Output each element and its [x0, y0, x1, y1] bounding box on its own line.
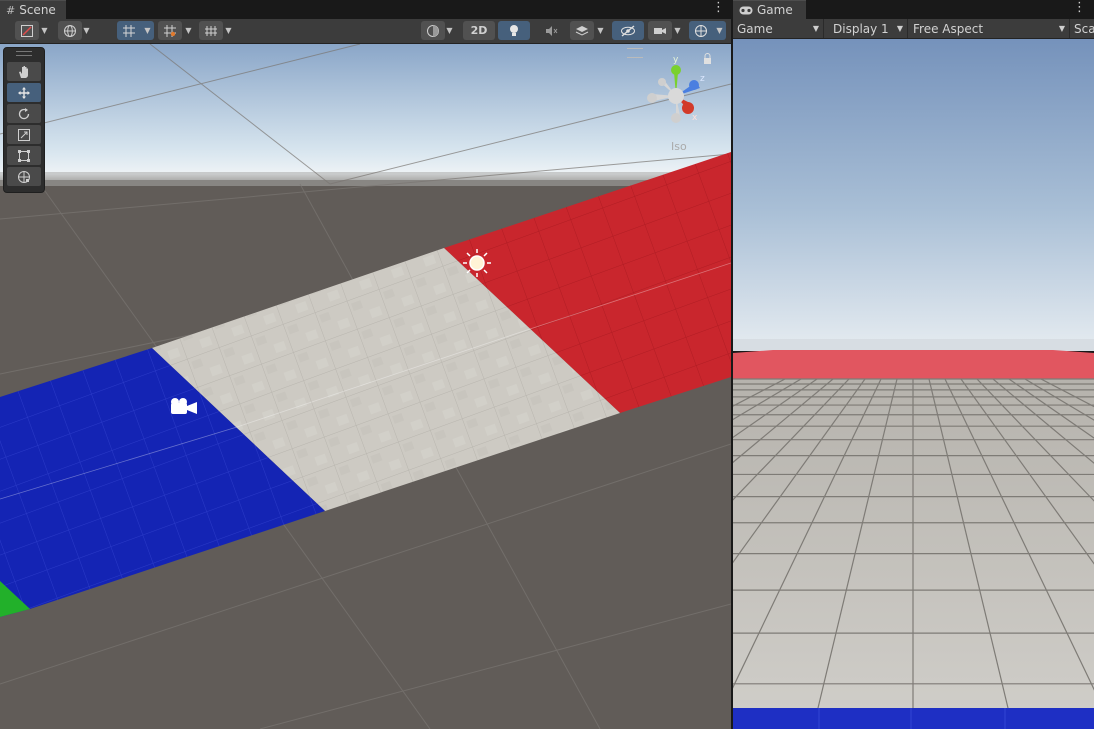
global-local-button[interactable] [58, 21, 82, 40]
grid-snapping-dropdown-icon[interactable]: ▼ [141, 21, 154, 40]
grid-visibility-dropdown-icon[interactable]: ▼ [222, 21, 235, 40]
grid-hash-icon: # [6, 3, 16, 17]
rotate-tool-button[interactable] [7, 104, 41, 123]
move-tool-button[interactable] [7, 83, 41, 102]
chevron-down-icon: ▼ [1058, 24, 1065, 33]
gizmos-dropdown-icon[interactable]: ▼ [713, 21, 726, 40]
transform-tool-button[interactable] [7, 167, 41, 186]
snap-increment-dropdown-icon[interactable]: ▼ [182, 21, 195, 40]
scene-tabbar: # Scene ⋮ [0, 0, 731, 19]
game-tabbar: Game ⋮ [733, 0, 1094, 19]
chevron-down-icon: ▼ [812, 24, 819, 33]
shaded-sphere-icon [427, 24, 439, 37]
gizmo-x-label: x [692, 113, 698, 123]
display-dropdown[interactable]: Display 1 ▼ [824, 19, 908, 38]
audio-muted-icon [546, 25, 558, 36]
view-mode-dropdown[interactable]: Game ▼ [733, 19, 824, 38]
tab-scene-label: Scene [19, 3, 56, 17]
scale-tool-button[interactable] [7, 125, 41, 144]
display-value: Display 1 [833, 21, 889, 36]
view-mode-value: Game [737, 21, 773, 36]
aspect-dropdown[interactable]: Free Aspect ▼ [908, 19, 1070, 38]
rect-tool-button[interactable] [7, 146, 41, 165]
hand-icon [19, 65, 28, 78]
gizmo-sphere-icon [695, 24, 707, 37]
scale-label: Sca [1074, 21, 1094, 36]
shading-mode-dropdown-icon[interactable]: ▼ [443, 21, 456, 40]
transform-combined-icon [18, 170, 30, 183]
game-render [733, 39, 1094, 729]
camera-icon [654, 27, 666, 34]
grid-snap-icon [123, 24, 135, 37]
camera-settings-button[interactable] [648, 21, 672, 40]
gizmo-menu-icon[interactable] [627, 48, 643, 58]
snap-increment-button[interactable] [158, 21, 182, 40]
scene-kebab-menu-icon[interactable]: ⋮ [712, 1, 725, 15]
shading-mode-button[interactable] [421, 21, 445, 40]
gizmos-button[interactable] [689, 21, 713, 40]
chevron-down-icon: ▼ [896, 24, 903, 33]
lighting-toggle-button[interactable] [498, 21, 530, 40]
globe-icon [64, 24, 76, 37]
grid-visibility-icon [205, 25, 217, 36]
layers-effects-icon [575, 25, 589, 36]
game-view-panel: Game ⋮ Game ▼ Display 1 ▼ Free Aspect ▼ … [733, 0, 1094, 729]
grid-visibility-button[interactable] [199, 21, 223, 40]
scale-slider-label[interactable]: Sca [1070, 19, 1094, 38]
game-kebab-menu-icon[interactable]: ⋮ [1073, 1, 1086, 15]
gamepad-icon [739, 6, 753, 14]
lightbulb-icon [510, 24, 518, 36]
global-local-dropdown-icon[interactable]: ▼ [80, 21, 93, 40]
scene-toolbar: ▼ ▼ ▼ ▼ ▼ ▼ 2D ▼ ▼ ▼ [0, 19, 731, 44]
draw-mode-button[interactable] [15, 21, 39, 40]
game-viewport[interactable] [733, 39, 1094, 729]
hand-tool-button[interactable] [7, 62, 41, 81]
scale-icon [18, 128, 30, 141]
tab-scene[interactable]: # Scene [0, 0, 66, 19]
scene-view-panel: # Scene ⋮ ▼ ▼ ▼ ▼ ▼ ▼ 2D ▼ ▼ ▼ y z x Iso [0, 0, 731, 729]
gizmo-z-label: z [700, 74, 705, 84]
game-toolbar: Game ▼ Display 1 ▼ Free Aspect ▼ Sca [733, 19, 1094, 39]
draw-mode-icon [21, 24, 33, 37]
projection-label[interactable]: Iso [671, 140, 687, 153]
scene-visibility-button[interactable] [612, 21, 644, 40]
move-arrows-icon [18, 86, 30, 99]
scene-3d-render: y z x [0, 44, 731, 729]
effects-dropdown-icon[interactable]: ▼ [594, 21, 607, 40]
eye-hidden-icon [621, 24, 635, 37]
grid-snapping-button[interactable] [117, 21, 141, 40]
rotate-icon [18, 107, 30, 119]
overlay-grip-icon[interactable] [16, 51, 32, 56]
audio-toggle-button[interactable] [535, 21, 567, 40]
snap-increment-icon [164, 24, 176, 37]
gizmo-y-label: y [673, 55, 679, 65]
draw-mode-dropdown-icon[interactable]: ▼ [38, 21, 51, 40]
effects-button[interactable] [570, 21, 594, 40]
toggle-2d-button[interactable]: 2D [463, 21, 495, 40]
tab-game[interactable]: Game [733, 0, 806, 19]
tools-overlay [3, 47, 45, 193]
tab-game-label: Game [757, 3, 793, 17]
rect-transform-icon [18, 149, 30, 162]
aspect-value: Free Aspect [913, 21, 984, 36]
scene-viewport[interactable]: y z x [0, 44, 731, 729]
camera-settings-dropdown-icon[interactable]: ▼ [671, 21, 684, 40]
